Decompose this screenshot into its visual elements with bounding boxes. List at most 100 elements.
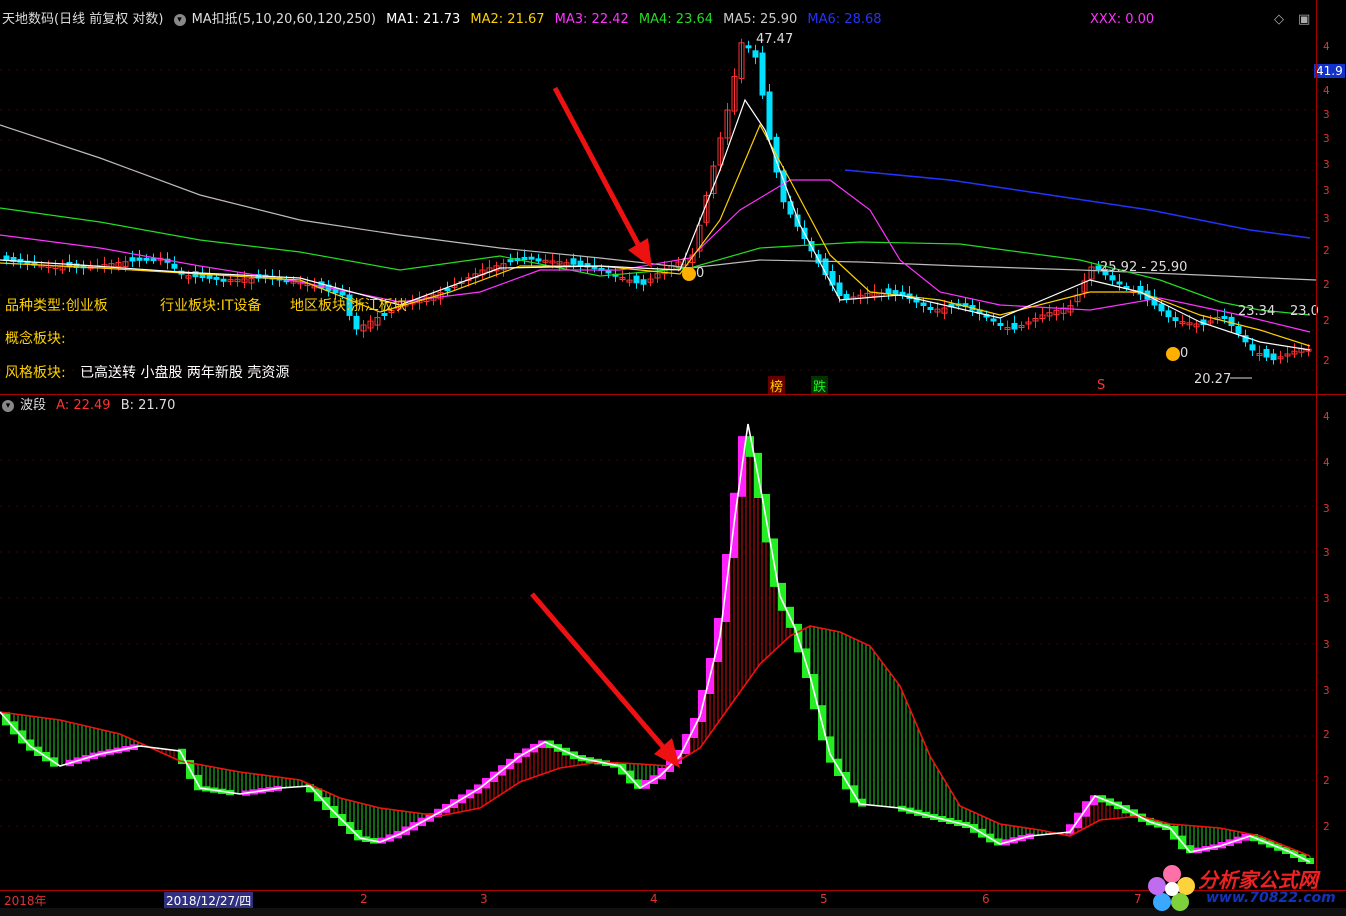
ma4-value: MA4: 23.64 [638,12,714,27]
candle [150,258,157,262]
candle [507,259,514,263]
candle [521,257,528,260]
window-toggle-icon[interactable]: ▣ [1298,10,1310,30]
ma3-value: MA3: 22.42 [554,12,629,27]
y-tick: 2 [1323,774,1330,787]
date-label: 4 [650,892,658,906]
ma1-value: MA1: 21.73 [386,12,461,27]
y-tick: 3 [1323,502,1330,515]
concept-tag: 概念板块: [5,331,66,347]
y-tick: 4 [1323,84,1330,97]
candle [752,50,759,58]
indicator-name[interactable]: 波段 [20,398,46,413]
candle [1221,316,1228,319]
xxx-value: XXX: 0.00 [1090,12,1155,27]
date-axis: 2018年 2018/12/27/四 2 3 4 5 6 7 [0,890,1346,909]
variety-tag: 品种类型:创业板 [5,298,108,314]
ma2-value: MA2: 21.67 [470,12,545,27]
candle [171,263,178,269]
arrow-line [530,592,666,750]
candle [836,282,843,296]
industry-tag: 行业板块:IT设备 [160,298,262,314]
candle [1263,349,1270,358]
toolbar-button[interactable] [1034,0,1074,6]
diamond-icon[interactable]: ◇ [1274,10,1284,30]
cursor-date: 2018/12/27/四 [164,892,254,909]
arrow-head [628,238,652,268]
candle [528,256,535,260]
candle [1116,281,1123,285]
date-label: 3 [480,892,488,906]
candle [997,323,1004,326]
y-tick: 3 [1323,638,1330,651]
logo-url: www.70822.com [1206,890,1336,906]
candle [136,257,143,261]
arrow-line [552,86,643,250]
flower-logo-icon [1148,865,1195,911]
y-tick: 2 [1323,244,1330,257]
candle [129,257,136,262]
stock-chart-window: 天地数码(日线 前复权 对数) ▾ MA扣抵(5,10,20,60,120,250… [0,0,1346,916]
indicator-b-value: B: 21.70 [120,398,176,413]
s-signal-icon: S [1097,378,1106,393]
date-label: 2018年 [4,894,47,908]
candle [1172,317,1179,321]
candle [843,294,850,300]
candle [444,288,451,292]
candle [1270,353,1277,361]
price-panel-header: 天地数码(日线 前复权 对数) ▾ MA扣抵(5,10,20,60,120,250… [2,10,888,30]
candle [353,315,360,330]
candle [206,275,213,279]
candle [745,45,752,49]
candle [1011,323,1018,330]
candle [213,276,220,280]
y-tick: 4 [1323,410,1330,423]
coin-signal-1: 0 [682,266,704,281]
region-tag: 地区板块:浙江板块 [290,298,407,314]
ma5-value: MA5: 25.90 [723,12,798,27]
bang-badge[interactable]: 榜 [768,376,786,395]
a-line [0,423,1311,863]
right-value-a: 23.34 [1238,304,1276,319]
toolbar-button[interactable] [1080,0,1120,6]
candle [892,290,899,295]
stock-title: 天地数码(日线 前复权 对数) [2,12,164,27]
logo-text: 分析家公式网 [1198,868,1318,892]
y-tick: 3 [1323,212,1330,225]
right-value-b: 23.0 [1290,304,1319,319]
candle [570,258,577,265]
y-tick: 3 [1323,132,1330,145]
candle [1235,326,1242,335]
date-label: 7 [1134,892,1142,906]
y-tick: 4 [1323,40,1330,53]
candle [1165,310,1172,318]
y-tick: 2 [1323,278,1330,291]
y-tick: 3 [1323,592,1330,605]
y-tick: 3 [1323,158,1330,171]
candle [990,318,997,322]
candle [1228,316,1235,327]
price-chart[interactable] [0,30,1316,394]
ma6-value: MA6: 28.68 [807,12,882,27]
candle [1158,303,1165,312]
indicator-header: ▾ 波段 A: 22.49 B: 21.70 [2,396,181,416]
site-logo: 分析家公式网 www.70822.com [1146,860,1342,916]
coin-signal-2: 0 [1166,346,1188,361]
candle [535,258,542,262]
style-tag-label: 风格板块: [5,365,66,381]
die-badge[interactable]: 跌 [811,376,829,395]
y-tick: 4 [1323,456,1330,469]
candle [640,279,647,285]
ma-indicator-label[interactable]: MA扣抵(5,10,20,60,120,250) [192,12,376,27]
candle [143,257,150,261]
bottom-toolbar[interactable] [0,908,1346,916]
indicator-chart[interactable] [0,416,1316,890]
candle [759,52,766,96]
y-tick: 3 [1323,108,1330,121]
dropdown-icon[interactable]: ▾ [173,13,186,26]
candle [1249,344,1256,351]
coin-label: 0 [696,266,705,281]
candle [766,91,773,140]
y-tick: 2 [1323,314,1330,327]
dropdown-icon[interactable]: ▾ [2,399,14,412]
